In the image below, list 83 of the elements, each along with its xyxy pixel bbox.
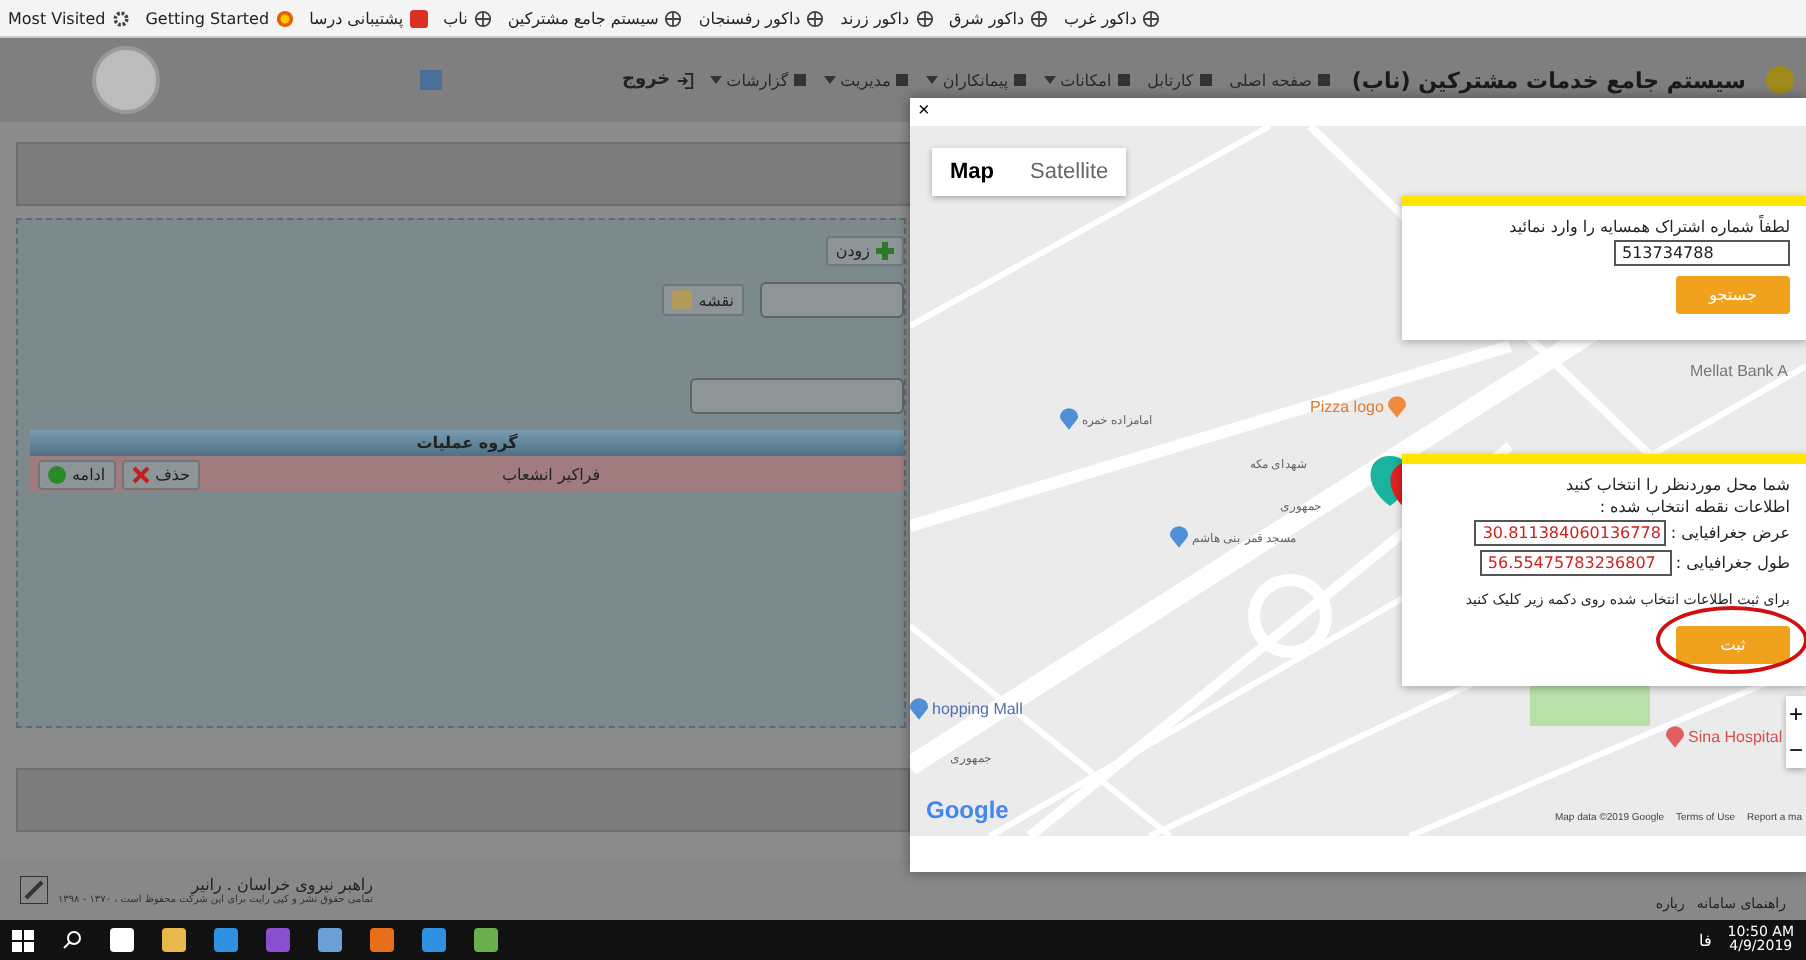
- bookmark-link[interactable]: داکور رفسنجان: [698, 9, 825, 27]
- add-button[interactable]: زودن: [825, 236, 904, 266]
- bookmark-link[interactable]: سیستم جامع مشترکین: [507, 9, 683, 27]
- company-name: راهبر نیروی خراسان . رانیر: [188, 875, 373, 893]
- globe-icon: [1142, 9, 1161, 27]
- map-icon: [672, 290, 693, 310]
- map-label: Pizza logo: [1310, 396, 1406, 418]
- map-logo: Google: [926, 796, 1009, 824]
- info-text: شما محل موردنظر را انتخاب کنید: [1564, 476, 1790, 494]
- menu-item-icon: [1315, 72, 1332, 88]
- menu-item-icon: [792, 72, 809, 88]
- globe-icon: [473, 9, 492, 27]
- gear-icon: [111, 9, 130, 27]
- globe-icon: [664, 9, 683, 27]
- map-pin-icon: [1060, 408, 1078, 430]
- map-pin-icon: [1170, 526, 1188, 548]
- bookmark-link[interactable]: پشتیبانی درسا: [309, 9, 428, 27]
- map-label: Mellat Bank A: [1690, 362, 1788, 380]
- app-title: سیستم جامع خدمات مشترکین (ناب): [1351, 67, 1746, 93]
- info-text: اطلاعات نقطه انتخاب شده :: [1597, 498, 1790, 516]
- map-pin-icon: [910, 698, 928, 720]
- nav-menu-item[interactable]: کارتابل: [1147, 71, 1214, 89]
- logout-link[interactable]: خروج: [621, 70, 695, 90]
- input-field[interactable]: [760, 282, 904, 318]
- globe-icon: [915, 9, 934, 27]
- picture-icon: [419, 70, 442, 90]
- taskbar-app-icon[interactable]: [162, 928, 186, 952]
- bookmark-link[interactable]: Most Visited: [8, 9, 130, 27]
- taskbar-app-icon[interactable]: [214, 928, 238, 952]
- map-type-tab[interactable]: Satellite: [1012, 148, 1127, 196]
- input-field[interactable]: [690, 378, 904, 414]
- company-logo-icon: [20, 876, 48, 904]
- map-label: hopping Mall: [910, 698, 1023, 720]
- map-label: Sina Hospital: [1666, 726, 1783, 748]
- nav-menu-item[interactable]: مدیریت: [824, 71, 911, 89]
- subscription-input[interactable]: 513734788: [1614, 240, 1790, 266]
- menu-item-icon: [1115, 72, 1132, 88]
- nav-menu-item[interactable]: امکانات: [1044, 71, 1132, 89]
- search-prompt: لطفاً شماره اشتراک همسایه را وارد نمائید: [1509, 218, 1790, 236]
- menu-item-icon: [894, 72, 911, 88]
- taskbar-app-icon[interactable]: [422, 928, 446, 952]
- bookmark-link[interactable]: داکور شرق: [949, 9, 1049, 27]
- close-button[interactable]: ×: [910, 98, 938, 126]
- bookmark-link[interactable]: داکور غرب: [1064, 9, 1161, 27]
- zoom-out-button[interactable]: −: [1786, 732, 1806, 768]
- plus-circle-icon: [48, 465, 66, 483]
- browser-logo-icon: [275, 9, 294, 27]
- globe-icon: [1030, 9, 1049, 27]
- user-avatar: [91, 46, 160, 114]
- map-pin-icon: [1666, 726, 1684, 748]
- zoom-in-button[interactable]: +: [1786, 696, 1806, 732]
- bookmark-link[interactable]: Getting Started: [145, 9, 294, 27]
- bookmark-link[interactable]: ناب: [443, 9, 492, 27]
- map-pin-icon: [1387, 396, 1406, 418]
- taskbar-app-icon[interactable]: [110, 928, 134, 952]
- search-icon[interactable]: [62, 930, 82, 950]
- globe-icon: [806, 9, 825, 27]
- coordinate-field[interactable]: 30.811384060136778: [1474, 520, 1667, 546]
- field-label: عرض جغرافیایی :: [1670, 524, 1790, 542]
- field-label: طول جغرافیایی :: [1675, 554, 1790, 572]
- menu-item-icon: [1012, 72, 1029, 88]
- language-indicator[interactable]: فا: [1699, 931, 1712, 949]
- delete-button[interactable]: حذف: [121, 459, 201, 489]
- nav-menu-item[interactable]: پیمانکاران: [926, 71, 1029, 89]
- close-icon: [131, 465, 150, 483]
- taskbar-app-icon[interactable]: [370, 928, 394, 952]
- exit-icon: [676, 71, 695, 89]
- column-header: گروه عملیات: [30, 430, 904, 456]
- coordinate-field[interactable]: 56.55475783236807: [1479, 550, 1672, 576]
- menu-item-icon: [1197, 72, 1214, 88]
- continue-button[interactable]: ادامه: [38, 459, 116, 489]
- nav-menu-item[interactable]: گزارشات: [710, 71, 809, 89]
- map-type-tab[interactable]: Map: [932, 148, 1012, 196]
- nav-menu-item[interactable]: صفحه اصلی: [1229, 71, 1332, 89]
- map-button[interactable]: نقشه: [662, 284, 744, 316]
- windows-start-icon[interactable]: [12, 929, 34, 951]
- plus-icon: [876, 242, 894, 260]
- taskbar-app-icon[interactable]: [266, 928, 290, 952]
- taskbar-app-icon[interactable]: [474, 928, 498, 952]
- table-cell-text: فراکیر انشعاب: [499, 465, 603, 483]
- taskbar-app-icon[interactable]: [318, 928, 342, 952]
- square-icon: [409, 9, 428, 27]
- bookmark-link[interactable]: داکور زرند: [840, 9, 934, 27]
